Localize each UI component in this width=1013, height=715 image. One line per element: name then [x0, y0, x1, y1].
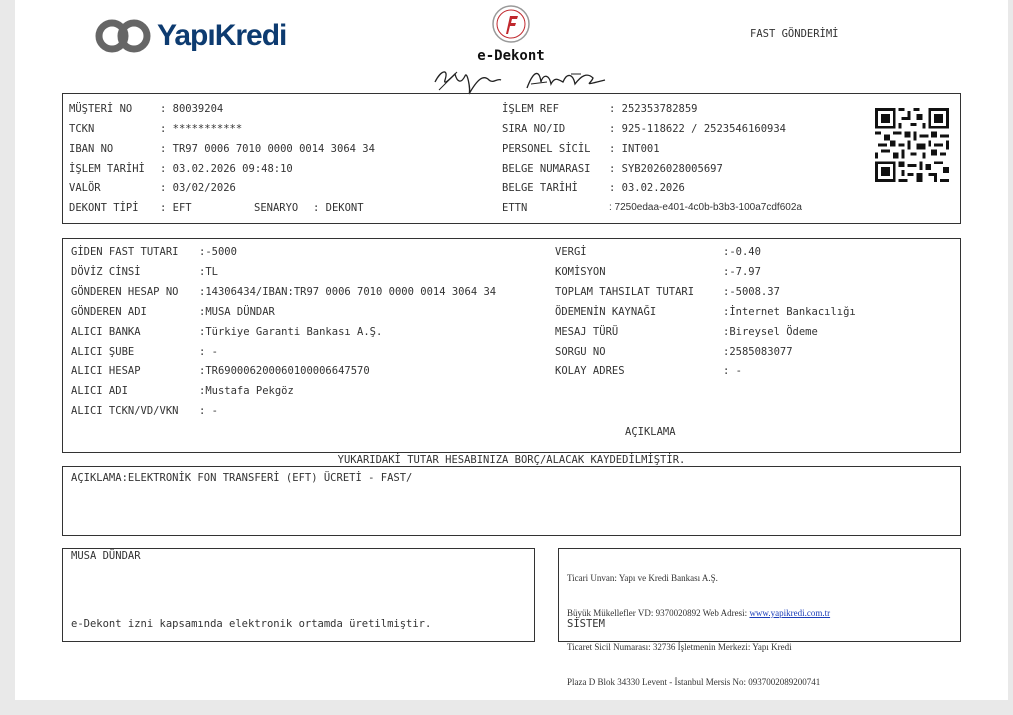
- qr-code-icon: [875, 108, 949, 182]
- detail-label: ÖDEMENİN KAYNAĞI: [555, 305, 657, 318]
- islem-tarihi-label: İŞLEM TARİHİ: [69, 163, 145, 175]
- detail-label: MESAJ TÜRÜ: [555, 325, 619, 338]
- detail-label: ALICI HESAP: [71, 365, 141, 378]
- aciklama-title: AÇIKLAMA: [625, 426, 676, 438]
- bank-footer-box: Ticari Unvan: Yapı ve Kredi Bankası A.Ş.…: [558, 548, 961, 687]
- detail-value: :-5000: [199, 246, 237, 258]
- senaryo-value: : DEKONT: [313, 202, 364, 214]
- detail-value: :İnternet Bankacılığı: [723, 305, 856, 318]
- detail-label: GÖNDEREN HESAP NO: [71, 285, 179, 298]
- detail-value: :MUSA DÜNDAR: [199, 305, 275, 318]
- bank-legal-line1: Ticari Unvan: Yapı ve Kredi Bankası A.Ş.: [567, 573, 718, 583]
- customer-footer-box: MUSA DÜNDAR e-Dekont izni kapsamında ele…: [62, 548, 535, 642]
- belge-tarihi-label: BELGE TARİHİ: [502, 182, 578, 194]
- detail-label: TOPLAM TAHSILAT TUTARI: [555, 285, 695, 298]
- detail-label: KOMİSYON: [555, 265, 606, 278]
- personel-label: PERSONEL SİCİL: [502, 143, 591, 155]
- valor-value: : 03/02/2026: [160, 182, 236, 194]
- iban-label: IBAN NO: [69, 143, 114, 155]
- detail-value: :TL: [199, 265, 218, 278]
- detail-label: ALICI ŞUBE: [71, 345, 135, 358]
- seal-icon: [492, 5, 530, 43]
- dekont-tipi-label: DEKONT TİPİ: [69, 202, 139, 214]
- detail-label: ALICI BANKA: [71, 325, 141, 338]
- detail-value: : -: [199, 345, 218, 358]
- islem-tarihi-value: : 03.02.2026 09:48:10: [160, 163, 293, 175]
- doc-type: FAST GÖNDERİMİ: [750, 28, 839, 40]
- musteri-no-label: MÜŞTERİ NO: [69, 103, 133, 115]
- detail-label: VERGİ: [555, 246, 587, 258]
- sira-no-value: : 925-118622 / 2523546160934: [609, 123, 787, 135]
- customer-name: MUSA DÜNDAR: [71, 550, 141, 562]
- detail-value: :14306434/IBAN:TR97 0006 7010 0000 0014 …: [199, 285, 497, 298]
- system-label: SİSTEM: [567, 618, 605, 630]
- personel-value: : INT001: [609, 143, 660, 155]
- detail-label: DÖVİZ CİNSİ: [71, 265, 141, 278]
- notice-text: YUKARIDAKİ TUTAR HESABINIZA BORÇ/ALACAK …: [337, 454, 686, 466]
- detail-label: KOLAY ADRES: [555, 365, 625, 378]
- detail-value: :Bireysel Ödeme: [723, 325, 818, 338]
- tckn-value: : ***********: [160, 123, 243, 135]
- bank-legal-line4: Plaza D Blok 34330 Levent - İstanbul Mer…: [567, 676, 821, 687]
- bank-logo-icon: [95, 19, 151, 53]
- bank-legal-line3: Ticaret Sicil Numarası: 32736 İşletmenin…: [567, 642, 792, 652]
- bank-legal-line2: Büyük Mükellefler VD: 9370020892 Web Adr…: [567, 607, 831, 618]
- detail-value: :-5008.37: [723, 285, 780, 298]
- detail-value: :TR690006200060100006647570: [199, 365, 370, 378]
- detail-value: :Türkiye Garanti Bankası A.Ş.: [199, 325, 383, 338]
- detail-value: : -: [199, 405, 218, 418]
- detail-value: :-7.97: [723, 265, 761, 278]
- receipt-page: YapıKredi e-Dekont FAST GÖNDERİMİ MÜŞTER…: [15, 0, 1008, 700]
- detail-label: GÖNDEREN ADI: [71, 305, 147, 318]
- detail-value: : -: [723, 365, 742, 378]
- description-box: AÇIKLAMA:ELEKTRONİK FON TRANSFERİ (EFT) …: [62, 466, 961, 536]
- ettn-value: : 7250edaa-e401-4c0b-b3b3-100a7cdf602a: [609, 202, 802, 213]
- permit-text: e-Dekont izni kapsamında elektronik orta…: [71, 618, 432, 630]
- bank-logo: YapıKredi: [95, 18, 287, 54]
- description-text: AÇIKLAMA:ELEKTRONİK FON TRANSFERİ (EFT) …: [71, 472, 413, 484]
- bank-name: YapıKredi: [157, 19, 287, 52]
- tckn-label: TCKN: [69, 123, 95, 135]
- detail-label: SORGU NO: [555, 345, 606, 358]
- dekont-tipi-value: : EFT: [160, 202, 192, 214]
- belge-no-value: : SYB2026028005697: [609, 163, 723, 175]
- belge-no-label: BELGE NUMARASI: [502, 163, 591, 175]
- sira-no-label: SIRA NO/ID: [502, 123, 566, 135]
- iban-value: : TR97 0006 7010 0000 0014 3064 34: [160, 143, 375, 155]
- detail-label: ALICI TCKN/VD/VKN: [71, 405, 179, 418]
- detail-label: ALICI ADI: [71, 385, 128, 398]
- belge-tarihi-value: : 03.02.2026: [609, 182, 685, 194]
- customer-info-box: MÜŞTERİ NO : 80039204 TCKN : ***********…: [62, 93, 961, 224]
- detail-value: :2585083077: [723, 345, 793, 358]
- transaction-details-box: GİDEN FAST TUTARI :-5000 DÖVİZ CİNSİ :TL GÖN…: [62, 238, 961, 453]
- detail-value: :-0.40: [723, 246, 761, 258]
- islem-ref-value: : 252353782859: [609, 103, 698, 115]
- detail-value: :Mustafa Pekgöz: [199, 385, 294, 398]
- detail-label: GİDEN FAST TUTARI: [71, 246, 179, 258]
- musteri-no-value: : 80039204: [160, 103, 224, 115]
- islem-ref-label: İŞLEM REF: [502, 103, 559, 115]
- senaryo-label: SENARYO: [254, 202, 299, 214]
- ettn-label: ETTN: [502, 202, 528, 214]
- valor-label: VALÖR: [69, 182, 101, 194]
- website-link[interactable]: www.yapikredi.com.tr: [749, 608, 830, 618]
